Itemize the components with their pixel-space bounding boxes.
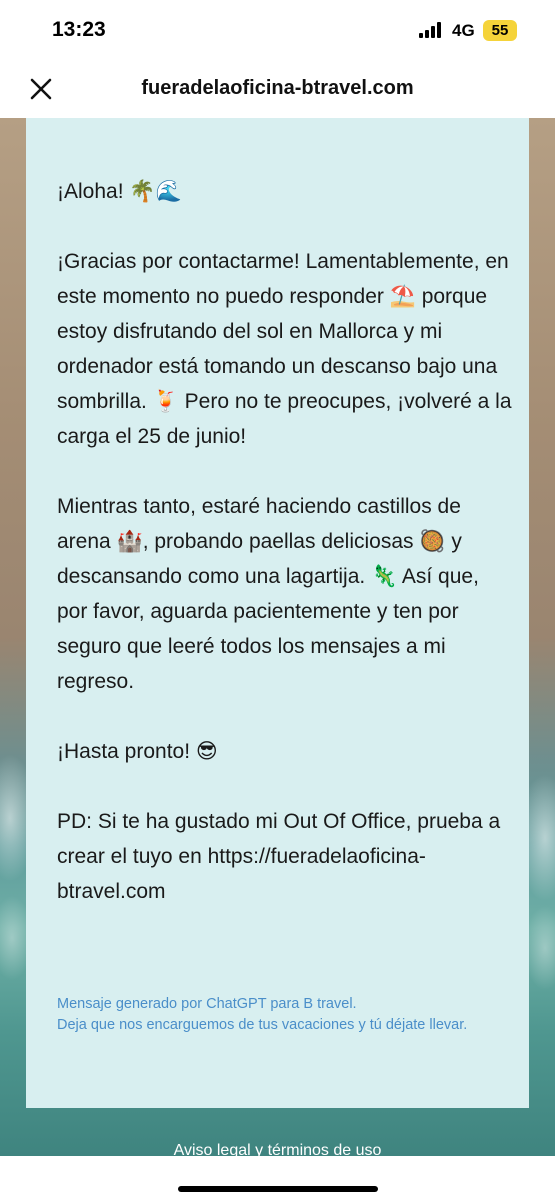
status-bar: 13:23 4G 55 (0, 0, 555, 60)
message-paragraph-2: Mientras tanto, estaré haciendo castillo… (57, 495, 479, 693)
status-time: 13:23 (52, 18, 106, 41)
footer-note-line-1: Mensaje generado por ChatGPT para B trav… (57, 996, 357, 1012)
cellular-signal-icon (419, 22, 443, 38)
message-body: ¡Aloha! 🌴🌊 ¡Gracias por contactarme! Lam… (57, 174, 512, 944)
bottom-area: Aviso legal y términos de uso (0, 1108, 555, 1159)
home-area (0, 1156, 555, 1200)
footer-note: Mensaje generado por ChatGPT para B trav… (57, 994, 507, 1036)
page-url: fueradelaoficina-btravel.com (141, 77, 414, 99)
message-paragraph-1: ¡Gracias por contactarme! Lamentablement… (57, 250, 512, 448)
message-postscript: PD: Si te ha gustado mi Out Of Office, p… (57, 810, 501, 903)
network-type: 4G (452, 21, 475, 40)
message-card: ¡Aloha! 🌴🌊 ¡Gracias por contactarme! Lam… (26, 118, 529, 1108)
message-greeting: ¡Aloha! 🌴🌊 (57, 180, 182, 203)
footer-note-line-2: Deja que nos encarguemos de tus vacacion… (57, 1017, 468, 1033)
battery-badge: 55 (483, 20, 517, 41)
message-signoff: ¡Hasta pronto! 😎 (57, 740, 218, 763)
home-indicator[interactable] (178, 1186, 378, 1192)
browser-header: fueradelaoficina-btravel.com (0, 60, 555, 118)
